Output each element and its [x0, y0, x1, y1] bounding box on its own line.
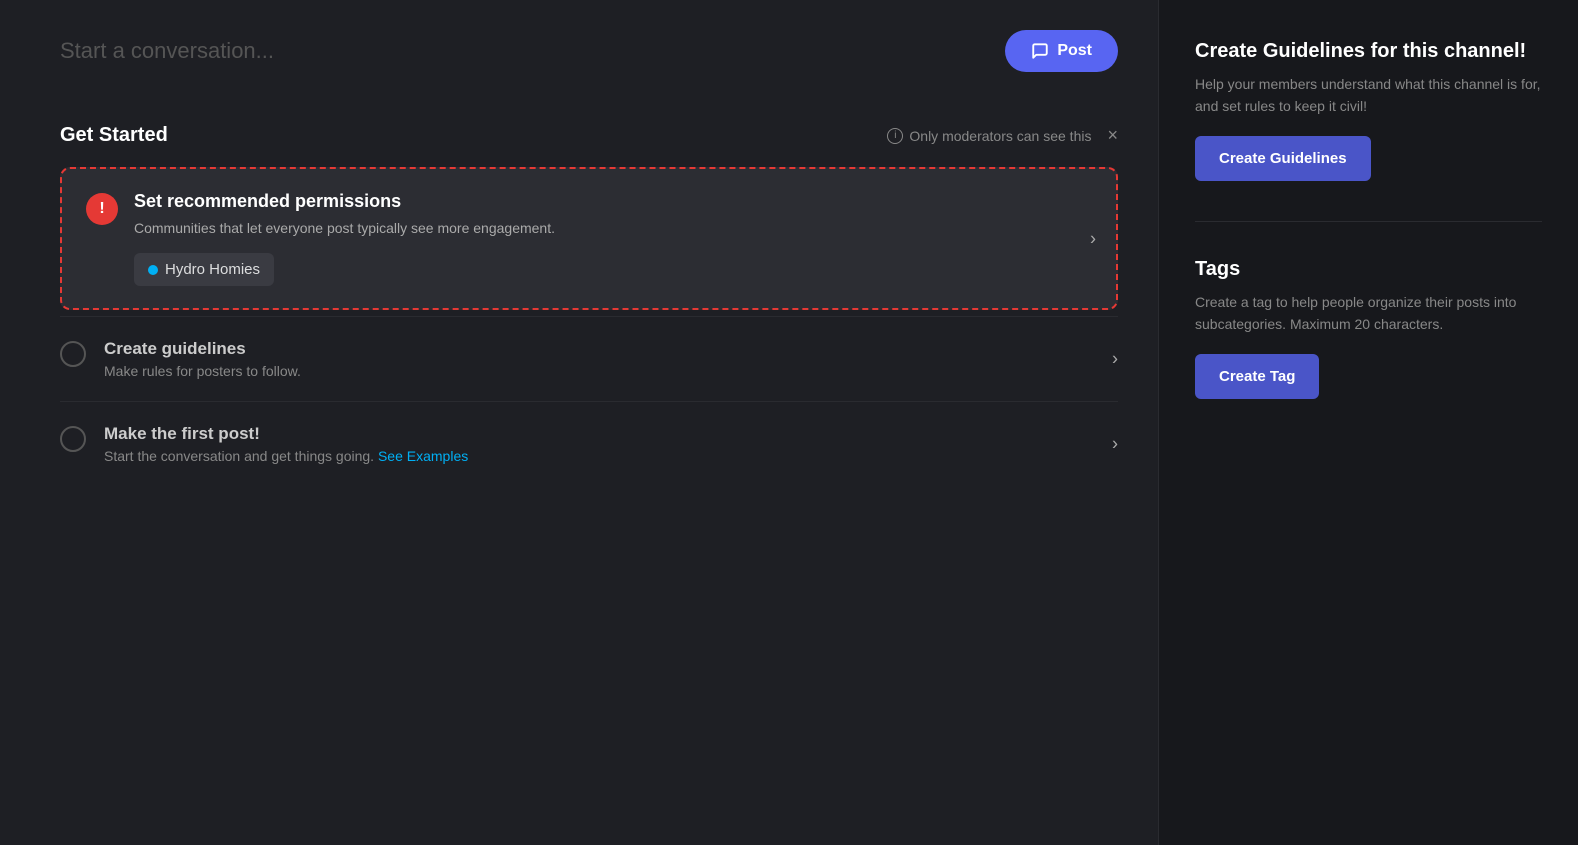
section-divider — [1195, 221, 1542, 222]
see-examples-link[interactable]: See Examples — [378, 448, 468, 464]
permissions-card[interactable]: ! Set recommended permissions Communitie… — [60, 167, 1118, 310]
create-guidelines-item[interactable]: Create guidelines Make rules for posters… — [60, 316, 1118, 401]
first-post-desc: Start the conversation and get things go… — [104, 448, 1088, 464]
create-guidelines-button[interactable]: Create Guidelines — [1195, 136, 1371, 181]
permissions-card-chevron: › — [1090, 228, 1096, 249]
create-tag-button[interactable]: Create Tag — [1195, 354, 1319, 399]
guidelines-chevron: › — [1112, 349, 1118, 370]
tags-section-desc: Create a tag to help people organize the… — [1195, 291, 1542, 336]
info-icon: i — [887, 128, 903, 144]
guidelines-section-title: Create Guidelines for this channel! — [1195, 40, 1542, 63]
check-circle-post — [60, 426, 86, 452]
check-circle-guidelines — [60, 341, 86, 367]
conversation-placeholder[interactable]: Start a conversation... — [60, 38, 274, 64]
post-button[interactable]: Post — [1005, 30, 1118, 72]
moderator-notice: i Only moderators can see this × — [887, 125, 1118, 146]
card-content: Set recommended permissions Communities … — [134, 191, 1092, 286]
guidelines-content: Create guidelines Make rules for posters… — [104, 339, 1118, 379]
moderator-notice-text: Only moderators can see this — [909, 128, 1091, 144]
guidelines-desc: Make rules for posters to follow. — [104, 363, 1088, 379]
close-button[interactable]: × — [1107, 125, 1118, 146]
community-name: Hydro Homies — [165, 261, 260, 278]
main-layout: Start a conversation... Post Get Started… — [0, 0, 1578, 845]
first-post-title: Make the first post! — [104, 424, 1088, 444]
guidelines-title: Create guidelines — [104, 339, 1088, 359]
first-post-item[interactable]: Make the first post! Start the conversat… — [60, 401, 1118, 486]
get-started-header: Get Started i Only moderators can see th… — [60, 124, 1118, 147]
post-button-label: Post — [1057, 42, 1092, 60]
permissions-card-desc: Communities that let everyone post typic… — [134, 218, 1062, 239]
left-panel: Start a conversation... Post Get Started… — [0, 0, 1158, 845]
get-started-title: Get Started — [60, 124, 168, 147]
guidelines-section: Create Guidelines for this channel! Help… — [1195, 40, 1542, 181]
alert-icon: ! — [86, 193, 118, 225]
tags-section: Tags Create a tag to help people organiz… — [1195, 258, 1542, 399]
guidelines-section-desc: Help your members understand what this c… — [1195, 73, 1542, 118]
tags-section-title: Tags — [1195, 258, 1542, 281]
cyan-dot — [148, 265, 158, 275]
chat-icon — [1031, 42, 1049, 60]
right-panel: Create Guidelines for this channel! Help… — [1158, 0, 1578, 845]
community-tag: Hydro Homies — [134, 253, 274, 286]
first-post-content: Make the first post! Start the conversat… — [104, 424, 1118, 464]
conversation-bar: Start a conversation... Post — [60, 30, 1118, 92]
permissions-card-title: Set recommended permissions — [134, 191, 1062, 212]
first-post-chevron: › — [1112, 434, 1118, 455]
